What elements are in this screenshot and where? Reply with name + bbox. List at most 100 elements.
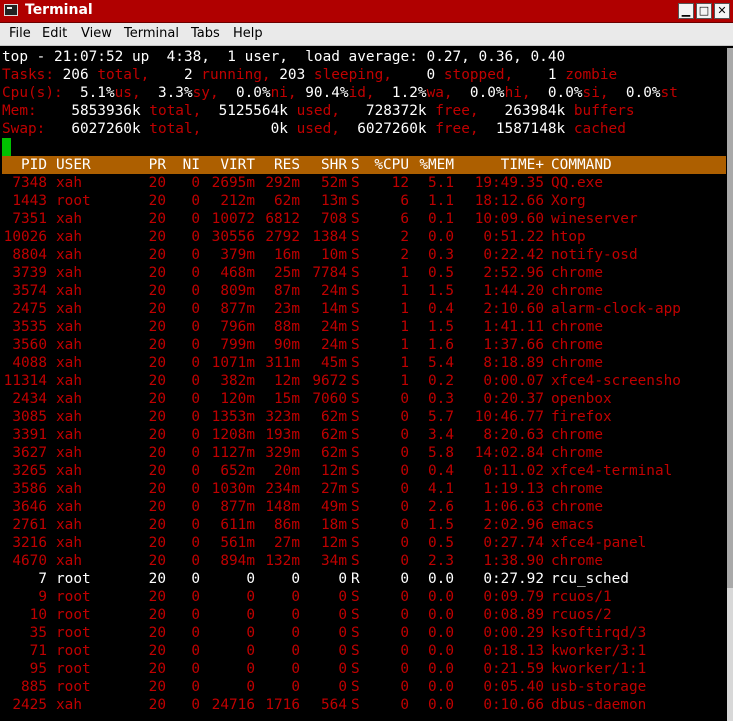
maximize-button[interactable]: □: [696, 3, 712, 19]
menu-bar: File Edit View Terminal Tabs Help: [0, 23, 733, 46]
process-virt: 0: [246, 643, 255, 659]
menu-tabs[interactable]: Tabs: [191, 26, 220, 42]
process-user: root: [56, 625, 91, 641]
header-shr: SHR: [321, 157, 347, 173]
process-time: 0:22.42: [483, 247, 544, 263]
process-virt: 877m: [220, 499, 255, 515]
process-ni: 0: [191, 409, 200, 425]
title-bar[interactable]: Terminal ▁ □ ✕: [0, 0, 733, 23]
terminal-output[interactable]: top - 21:07:52 up 4:38, 1 user, load ave…: [2, 48, 726, 721]
process-mem: 0.3: [428, 391, 454, 407]
process-ni: 0: [191, 589, 200, 605]
process-user: xah: [56, 283, 82, 299]
process-time: 1:44.20: [483, 283, 544, 299]
process-res: 20m: [274, 463, 300, 479]
process-mem: 2.3: [428, 553, 454, 569]
process-pr: 20: [148, 319, 166, 335]
process-virt: 1353m: [211, 409, 255, 425]
process-cpu: 0: [400, 643, 409, 659]
scrollbar[interactable]: [727, 48, 733, 721]
process-command: openbox: [551, 391, 612, 407]
process-pid: 3574: [12, 283, 47, 299]
process-shr: 7060: [312, 391, 347, 407]
process-mem: 0.0: [428, 229, 454, 245]
process-res: 23m: [274, 301, 300, 317]
process-shr: 27m: [321, 481, 347, 497]
mem-segment: 263984k: [478, 103, 574, 119]
process-command: chrome: [551, 355, 603, 371]
process-user: xah: [56, 535, 82, 551]
process-user: xah: [56, 391, 82, 407]
process-time: 0:20.37: [483, 391, 544, 407]
process-time: 0:00.29: [483, 625, 544, 641]
process-virt: 120m: [220, 391, 255, 407]
process-command: emacs: [551, 517, 595, 533]
menu-view[interactable]: View: [81, 26, 112, 42]
process-pid: 4670: [12, 553, 47, 569]
process-time: 0:05.40: [483, 679, 544, 695]
cpu-segment: sy,: [192, 85, 219, 101]
process-state: S: [351, 319, 360, 335]
process-res: 0: [291, 661, 300, 677]
header-command: COMMAND: [551, 157, 612, 173]
mem-segment: total,: [149, 103, 202, 119]
process-pid: 3391: [12, 427, 47, 443]
close-button[interactable]: ✕: [714, 3, 730, 19]
scrollbar-thumb[interactable]: [727, 48, 733, 588]
menu-help[interactable]: Help: [233, 26, 263, 42]
process-pid: 10: [29, 607, 47, 623]
process-virt: 24716: [211, 697, 255, 713]
process-shr: 564: [321, 697, 347, 713]
process-pr: 20: [148, 697, 166, 713]
process-virt: 382m: [220, 373, 255, 389]
minimize-button[interactable]: ▁: [678, 3, 694, 19]
process-command: dbus-daemon: [551, 697, 647, 713]
process-pid: 10026: [3, 229, 47, 245]
process-state: S: [351, 247, 360, 263]
process-shr: 0: [338, 661, 347, 677]
mem-segment: 5125564k: [201, 103, 297, 119]
tasks-segment: running,: [201, 67, 271, 83]
menu-edit[interactable]: Edit: [42, 26, 67, 42]
cpu-segment: us,: [114, 85, 141, 101]
process-shr: 34m: [321, 553, 347, 569]
process-state: S: [351, 589, 360, 605]
process-virt: 0: [246, 607, 255, 623]
process-user: xah: [56, 229, 82, 245]
mem-segment: 728372k: [339, 103, 436, 119]
process-state: R: [351, 571, 360, 587]
process-res: 6812: [265, 211, 300, 227]
process-res: 90m: [274, 337, 300, 353]
process-res: 12m: [274, 373, 300, 389]
process-user: xah: [56, 499, 82, 515]
process-virt: 796m: [220, 319, 255, 335]
process-state: S: [351, 175, 360, 191]
process-mem: 1.5: [428, 319, 454, 335]
process-command: Xorg: [551, 193, 586, 209]
process-command: notify-osd: [551, 247, 638, 263]
process-pr: 20: [148, 553, 166, 569]
process-pid: 35: [29, 625, 47, 641]
process-res: 88m: [274, 319, 300, 335]
process-ni: 0: [191, 697, 200, 713]
process-virt: 0: [246, 571, 255, 587]
process-ni: 0: [191, 229, 200, 245]
process-cpu: 1: [400, 265, 409, 281]
process-virt: 468m: [220, 265, 255, 281]
process-shr: 1384: [312, 229, 347, 245]
process-cpu: 0: [400, 445, 409, 461]
process-command: chrome: [551, 553, 603, 569]
process-cpu: 0: [400, 409, 409, 425]
process-command: chrome: [551, 499, 603, 515]
process-time: 0:27.74: [483, 535, 544, 551]
menu-terminal[interactable]: Terminal: [124, 26, 179, 42]
process-res: 1716: [265, 697, 300, 713]
process-user: xah: [56, 463, 82, 479]
process-cpu: 1: [400, 355, 409, 371]
cpu-segment: 0.0%: [218, 85, 271, 101]
process-state: S: [351, 265, 360, 281]
process-time: 0:00.07: [483, 373, 544, 389]
process-state: S: [351, 445, 360, 461]
menu-file[interactable]: File: [9, 26, 31, 42]
tasks-segment: total,: [97, 67, 150, 83]
